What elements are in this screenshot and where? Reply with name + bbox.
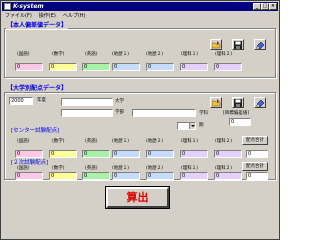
close-button[interactable]: ×	[269, 3, 277, 10]
personal-label-2: (英語)	[85, 52, 98, 57]
personal-clear-button[interactable]	[254, 39, 266, 50]
center-test-title: [センター試験配点]	[11, 128, 60, 134]
center-total-button[interactable]: 配点合計	[242, 136, 268, 145]
department-input[interactable]	[132, 109, 196, 117]
center-label-2: (英語)	[85, 139, 98, 144]
minimize-button[interactable]: _	[253, 3, 261, 10]
center-score-japanese[interactable]: 0	[15, 150, 43, 158]
menu-bar: ファイル(F) 操作(E) ヘルプ(H)	[2, 12, 278, 20]
personal-label-6: (理科２)	[215, 52, 233, 57]
main-window: K-system _ □ × ファイル(F) 操作(E) ヘルプ(H) 【本人偏…	[0, 0, 280, 240]
second-score-english[interactable]: 0	[82, 172, 110, 180]
period-label: 期	[199, 123, 204, 128]
maximize-button[interactable]: □	[261, 3, 269, 10]
faculty-label: 学部	[115, 110, 124, 115]
year-input[interactable]: 2000	[9, 97, 33, 105]
center-score-science1[interactable]: 0	[180, 150, 208, 158]
university-save-button[interactable]	[232, 97, 244, 108]
personal-open-button[interactable]	[210, 39, 222, 50]
personal-score-science2[interactable]: 0	[214, 63, 242, 71]
standard-label: [目標偏差値]	[223, 111, 250, 116]
personal-score-english[interactable]: 0	[82, 63, 110, 71]
second-score-history2[interactable]: 0	[146, 172, 174, 180]
faculty-input[interactable]	[61, 109, 113, 117]
app-icon	[4, 3, 11, 10]
personal-label-3: (地歴１)	[112, 52, 130, 57]
university-input[interactable]	[61, 98, 113, 106]
period-select[interactable]	[177, 122, 196, 130]
personal-score-science1[interactable]: 0	[180, 63, 208, 71]
open-folder-icon	[211, 98, 220, 106]
university-open-button[interactable]	[210, 97, 222, 108]
center-score-science2[interactable]: 0	[214, 150, 242, 158]
personal-save-button[interactable]	[232, 39, 244, 50]
chevron-down-icon	[189, 123, 195, 129]
second-total-button[interactable]: 配点合計	[242, 162, 268, 171]
eraser-icon	[255, 99, 264, 107]
standard-input[interactable]: 0	[229, 118, 251, 126]
personal-label-5: (理科１)	[181, 52, 199, 57]
open-folder-icon	[211, 40, 220, 48]
center-label-0: (国語)	[17, 139, 30, 144]
personal-score-history2[interactable]: 0	[146, 63, 174, 71]
university-data-title: 【大学別配点データ】	[6, 85, 69, 92]
personal-score-japanese[interactable]: 0	[15, 63, 43, 71]
center-label-1: (数学)	[52, 139, 65, 144]
second-score-science1[interactable]: 0	[180, 172, 208, 180]
university-label: 大学	[115, 99, 124, 104]
year-label: 年度	[37, 98, 46, 103]
personal-score-history1[interactable]: 0	[112, 63, 140, 71]
department-label: 学科	[199, 111, 208, 116]
center-score-history2[interactable]: 0	[146, 150, 174, 158]
menu-file[interactable]: ファイル(F)	[5, 12, 32, 20]
personal-label-4: (地歴２)	[146, 52, 164, 57]
center-label-3: (地歴１)	[112, 139, 130, 144]
center-total-field[interactable]: 0	[246, 150, 268, 158]
eraser-icon	[255, 41, 264, 49]
menu-help[interactable]: ヘルプ(H)	[63, 12, 86, 20]
personal-label-0: (国語)	[17, 52, 30, 57]
center-label-5: (理科１)	[181, 139, 199, 144]
personal-score-math[interactable]: 0	[49, 63, 77, 71]
personal-data-title: 【本人偏差値データ】	[6, 22, 69, 29]
personal-label-1: (数学)	[52, 52, 65, 57]
floppy-disk-icon	[234, 98, 242, 107]
second-total-field[interactable]: 0	[246, 172, 268, 180]
calculate-button[interactable]: 算出	[106, 187, 169, 208]
center-score-math[interactable]: 0	[49, 150, 77, 158]
second-score-science2[interactable]: 0	[214, 172, 242, 180]
second-score-history1[interactable]: 0	[112, 172, 140, 180]
second-score-japanese[interactable]: 0	[15, 172, 43, 180]
window-title: K-system	[13, 3, 44, 10]
center-score-english[interactable]: 0	[82, 150, 110, 158]
center-label-6: (理科２)	[215, 139, 233, 144]
menu-operate[interactable]: 操作(E)	[39, 12, 56, 20]
university-clear-button[interactable]	[254, 97, 266, 108]
center-label-4: (地歴２)	[146, 139, 164, 144]
title-bar: K-system _ □ ×	[2, 2, 278, 11]
floppy-disk-icon	[234, 40, 242, 49]
center-score-history1[interactable]: 0	[112, 150, 140, 158]
second-score-math[interactable]: 0	[49, 172, 77, 180]
